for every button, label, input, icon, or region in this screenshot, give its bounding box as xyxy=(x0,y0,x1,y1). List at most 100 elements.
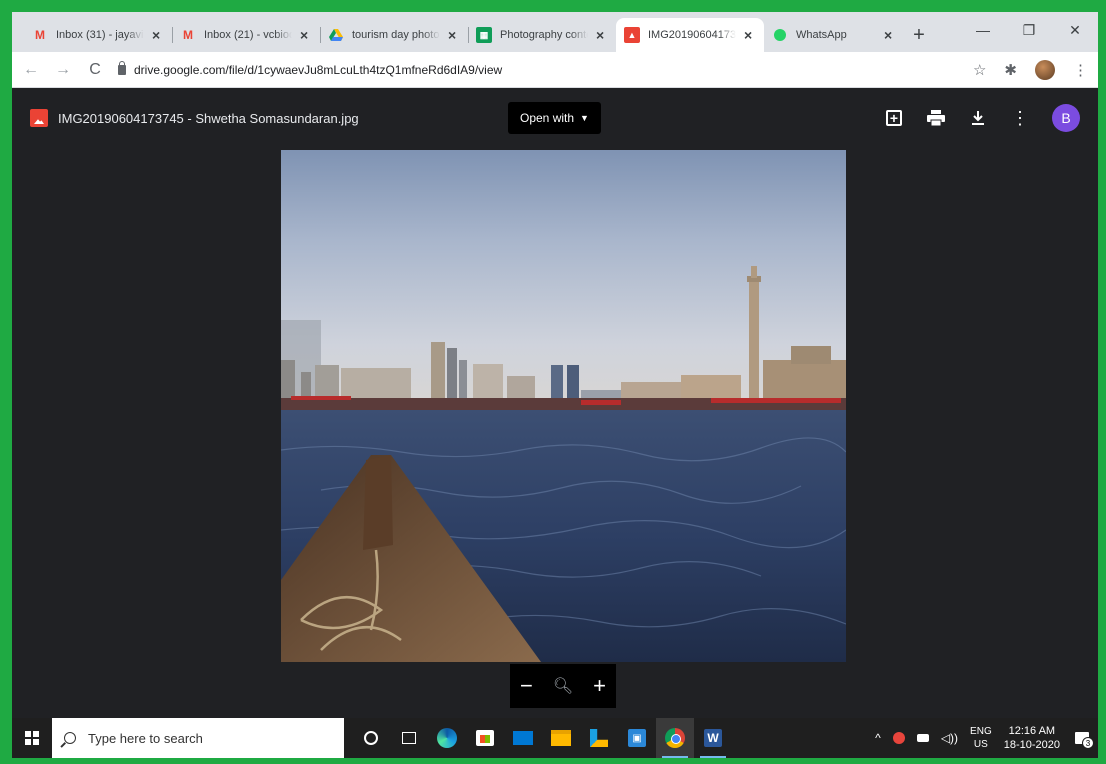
open-with-label: Open with xyxy=(520,111,575,125)
volume-icon[interactable]: ◁)) xyxy=(941,731,958,745)
zoom-in-button[interactable]: + xyxy=(593,675,606,697)
close-icon[interactable]: × xyxy=(884,27,896,43)
task-view-icon xyxy=(402,732,416,744)
download-icon[interactable] xyxy=(968,108,988,128)
photos-icon xyxy=(590,729,608,747)
start-button[interactable] xyxy=(12,718,52,758)
language-bottom: US xyxy=(973,739,988,750)
clock-date: 18-10-2020 xyxy=(1003,739,1060,751)
chrome-app[interactable] xyxy=(656,718,694,758)
search-placeholder: Type here to search xyxy=(88,730,203,746)
bookmark-star-icon[interactable]: ☆ xyxy=(973,61,986,79)
viewer-actions: + ⋮ B xyxy=(884,104,1080,132)
antivirus-icon[interactable] xyxy=(892,732,905,744)
tab-image-active[interactable]: ▲ IMG20190604173745 × xyxy=(616,18,764,52)
mail-icon xyxy=(513,731,533,745)
windows-taskbar: Type here to search ▣ W ^ ◁)) ENG US 12:… xyxy=(12,718,1098,758)
chevron-up-icon[interactable]: ^ xyxy=(875,731,881,745)
google-drive-icon xyxy=(328,27,344,43)
windows-logo-icon xyxy=(25,731,39,745)
task-view-button[interactable] xyxy=(390,718,428,758)
cortana-icon xyxy=(364,731,378,745)
tab-sheets[interactable]: ▦ Photography contest × xyxy=(468,18,616,52)
tab-title: IMG20190604173745 xyxy=(648,29,736,41)
word-icon: W xyxy=(704,729,722,747)
viewer-header: IMG20190604173745 - Shwetha Somasundaran… xyxy=(12,90,1098,146)
add-to-drive-icon[interactable]: + xyxy=(884,108,904,128)
tab-gmail-1[interactable]: M Inbox (31) - jayavilas × xyxy=(24,18,172,52)
tab-title: tourism day photography xyxy=(352,29,440,41)
window-controls: — ❐ ✕ xyxy=(960,12,1098,46)
new-tab-button[interactable]: + xyxy=(904,18,934,52)
notification-center-button[interactable]: 3 xyxy=(1072,728,1094,749)
address-url[interactable]: drive.google.com/file/d/1cywaevJu8mLcuLt… xyxy=(134,63,502,77)
file-explorer-app[interactable] xyxy=(542,718,580,758)
store-app[interactable] xyxy=(466,718,504,758)
tab-title: Inbox (31) - jayavilas xyxy=(56,29,144,41)
image-file-icon xyxy=(30,109,48,127)
forward-icon[interactable]: → xyxy=(54,61,72,79)
whatsapp-icon xyxy=(772,27,788,43)
mail-app[interactable] xyxy=(504,718,542,758)
language-indicator[interactable]: ENG US xyxy=(970,725,992,751)
caret-down-icon: ▼ xyxy=(580,113,589,123)
gmail-icon: M xyxy=(183,28,193,42)
zoom-out-button[interactable]: − xyxy=(520,675,533,697)
search-icon xyxy=(64,732,76,744)
file-explorer-icon xyxy=(551,730,571,746)
taskbar-apps: ▣ W xyxy=(352,718,732,758)
clock-time: 12:16 AM xyxy=(1008,725,1056,737)
back-icon[interactable]: ← xyxy=(22,61,40,79)
chrome-icon xyxy=(665,728,685,748)
close-icon[interactable]: × xyxy=(448,27,460,43)
more-options-icon[interactable]: ⋮ xyxy=(1010,108,1030,128)
restore-icon[interactable]: ❐ xyxy=(1006,12,1052,48)
image-file-icon: ▲ xyxy=(624,27,640,43)
open-with-button[interactable]: Open with ▼ xyxy=(508,102,601,134)
app-icon: ▣ xyxy=(628,729,646,747)
google-sheets-icon: ▦ xyxy=(476,27,492,43)
chrome-menu-icon[interactable]: ⋮ xyxy=(1073,61,1088,79)
close-window-icon[interactable]: ✕ xyxy=(1052,12,1098,48)
gmail-icon: M xyxy=(35,28,45,42)
extensions-puzzle-icon[interactable]: ✱ xyxy=(1004,61,1017,79)
tab-drive-search[interactable]: tourism day photography × xyxy=(320,18,468,52)
cortana-button[interactable] xyxy=(352,718,390,758)
lock-icon[interactable] xyxy=(118,60,126,75)
close-icon[interactable]: × xyxy=(744,27,756,43)
close-icon[interactable]: × xyxy=(596,27,608,43)
minimize-icon[interactable]: — xyxy=(960,12,1006,48)
network-icon[interactable] xyxy=(916,734,929,742)
clock[interactable]: 12:16 AM 18-10-2020 xyxy=(1004,724,1060,752)
tab-whatsapp[interactable]: WhatsApp × xyxy=(764,18,904,52)
word-app[interactable]: W xyxy=(694,718,732,758)
photos-app[interactable] xyxy=(580,718,618,758)
address-bar[interactable]: drive.google.com/file/d/1cywaevJu8mLcuLt… xyxy=(118,56,959,84)
edge-icon xyxy=(437,728,457,748)
close-icon[interactable]: × xyxy=(152,27,164,43)
toolbar-actions: ☆ ✱ ⋮ xyxy=(973,59,1088,80)
browser-toolbar: ← → C drive.google.com/file/d/1cywaevJu8… xyxy=(12,52,1098,88)
close-icon[interactable]: × xyxy=(300,27,312,43)
tab-title: Inbox (21) - vcbiodiv xyxy=(204,29,292,41)
system-tray: ^ ◁)) ENG US 12:16 AM 18-10-2020 3 xyxy=(875,724,1098,752)
reload-icon[interactable]: C xyxy=(86,61,104,79)
tab-title: WhatsApp xyxy=(796,29,847,41)
print-icon[interactable] xyxy=(926,108,946,128)
taskbar-search[interactable]: Type here to search xyxy=(52,718,344,758)
zoom-magnifier-icon[interactable]: 🔍︎ xyxy=(553,676,573,696)
blue-app[interactable]: ▣ xyxy=(618,718,656,758)
account-avatar[interactable]: B xyxy=(1052,104,1080,132)
language-top: ENG xyxy=(970,726,992,737)
store-icon xyxy=(476,730,494,746)
image-preview xyxy=(281,150,846,662)
screen: M Inbox (31) - jayavilas × M Inbox (21) … xyxy=(12,12,1098,758)
profile-avatar[interactable] xyxy=(1035,59,1055,80)
zoom-controls: − 🔍︎ + xyxy=(510,664,616,708)
file-name: IMG20190604173745 - Shwetha Somasundaran… xyxy=(58,110,359,126)
tab-title: Photography contest xyxy=(500,29,588,41)
tab-gmail-2[interactable]: M Inbox (21) - vcbiodiv × xyxy=(172,18,320,52)
notification-count: 3 xyxy=(1082,737,1094,749)
edge-app[interactable] xyxy=(428,718,466,758)
tab-strip: M Inbox (31) - jayavilas × M Inbox (21) … xyxy=(12,12,1098,52)
